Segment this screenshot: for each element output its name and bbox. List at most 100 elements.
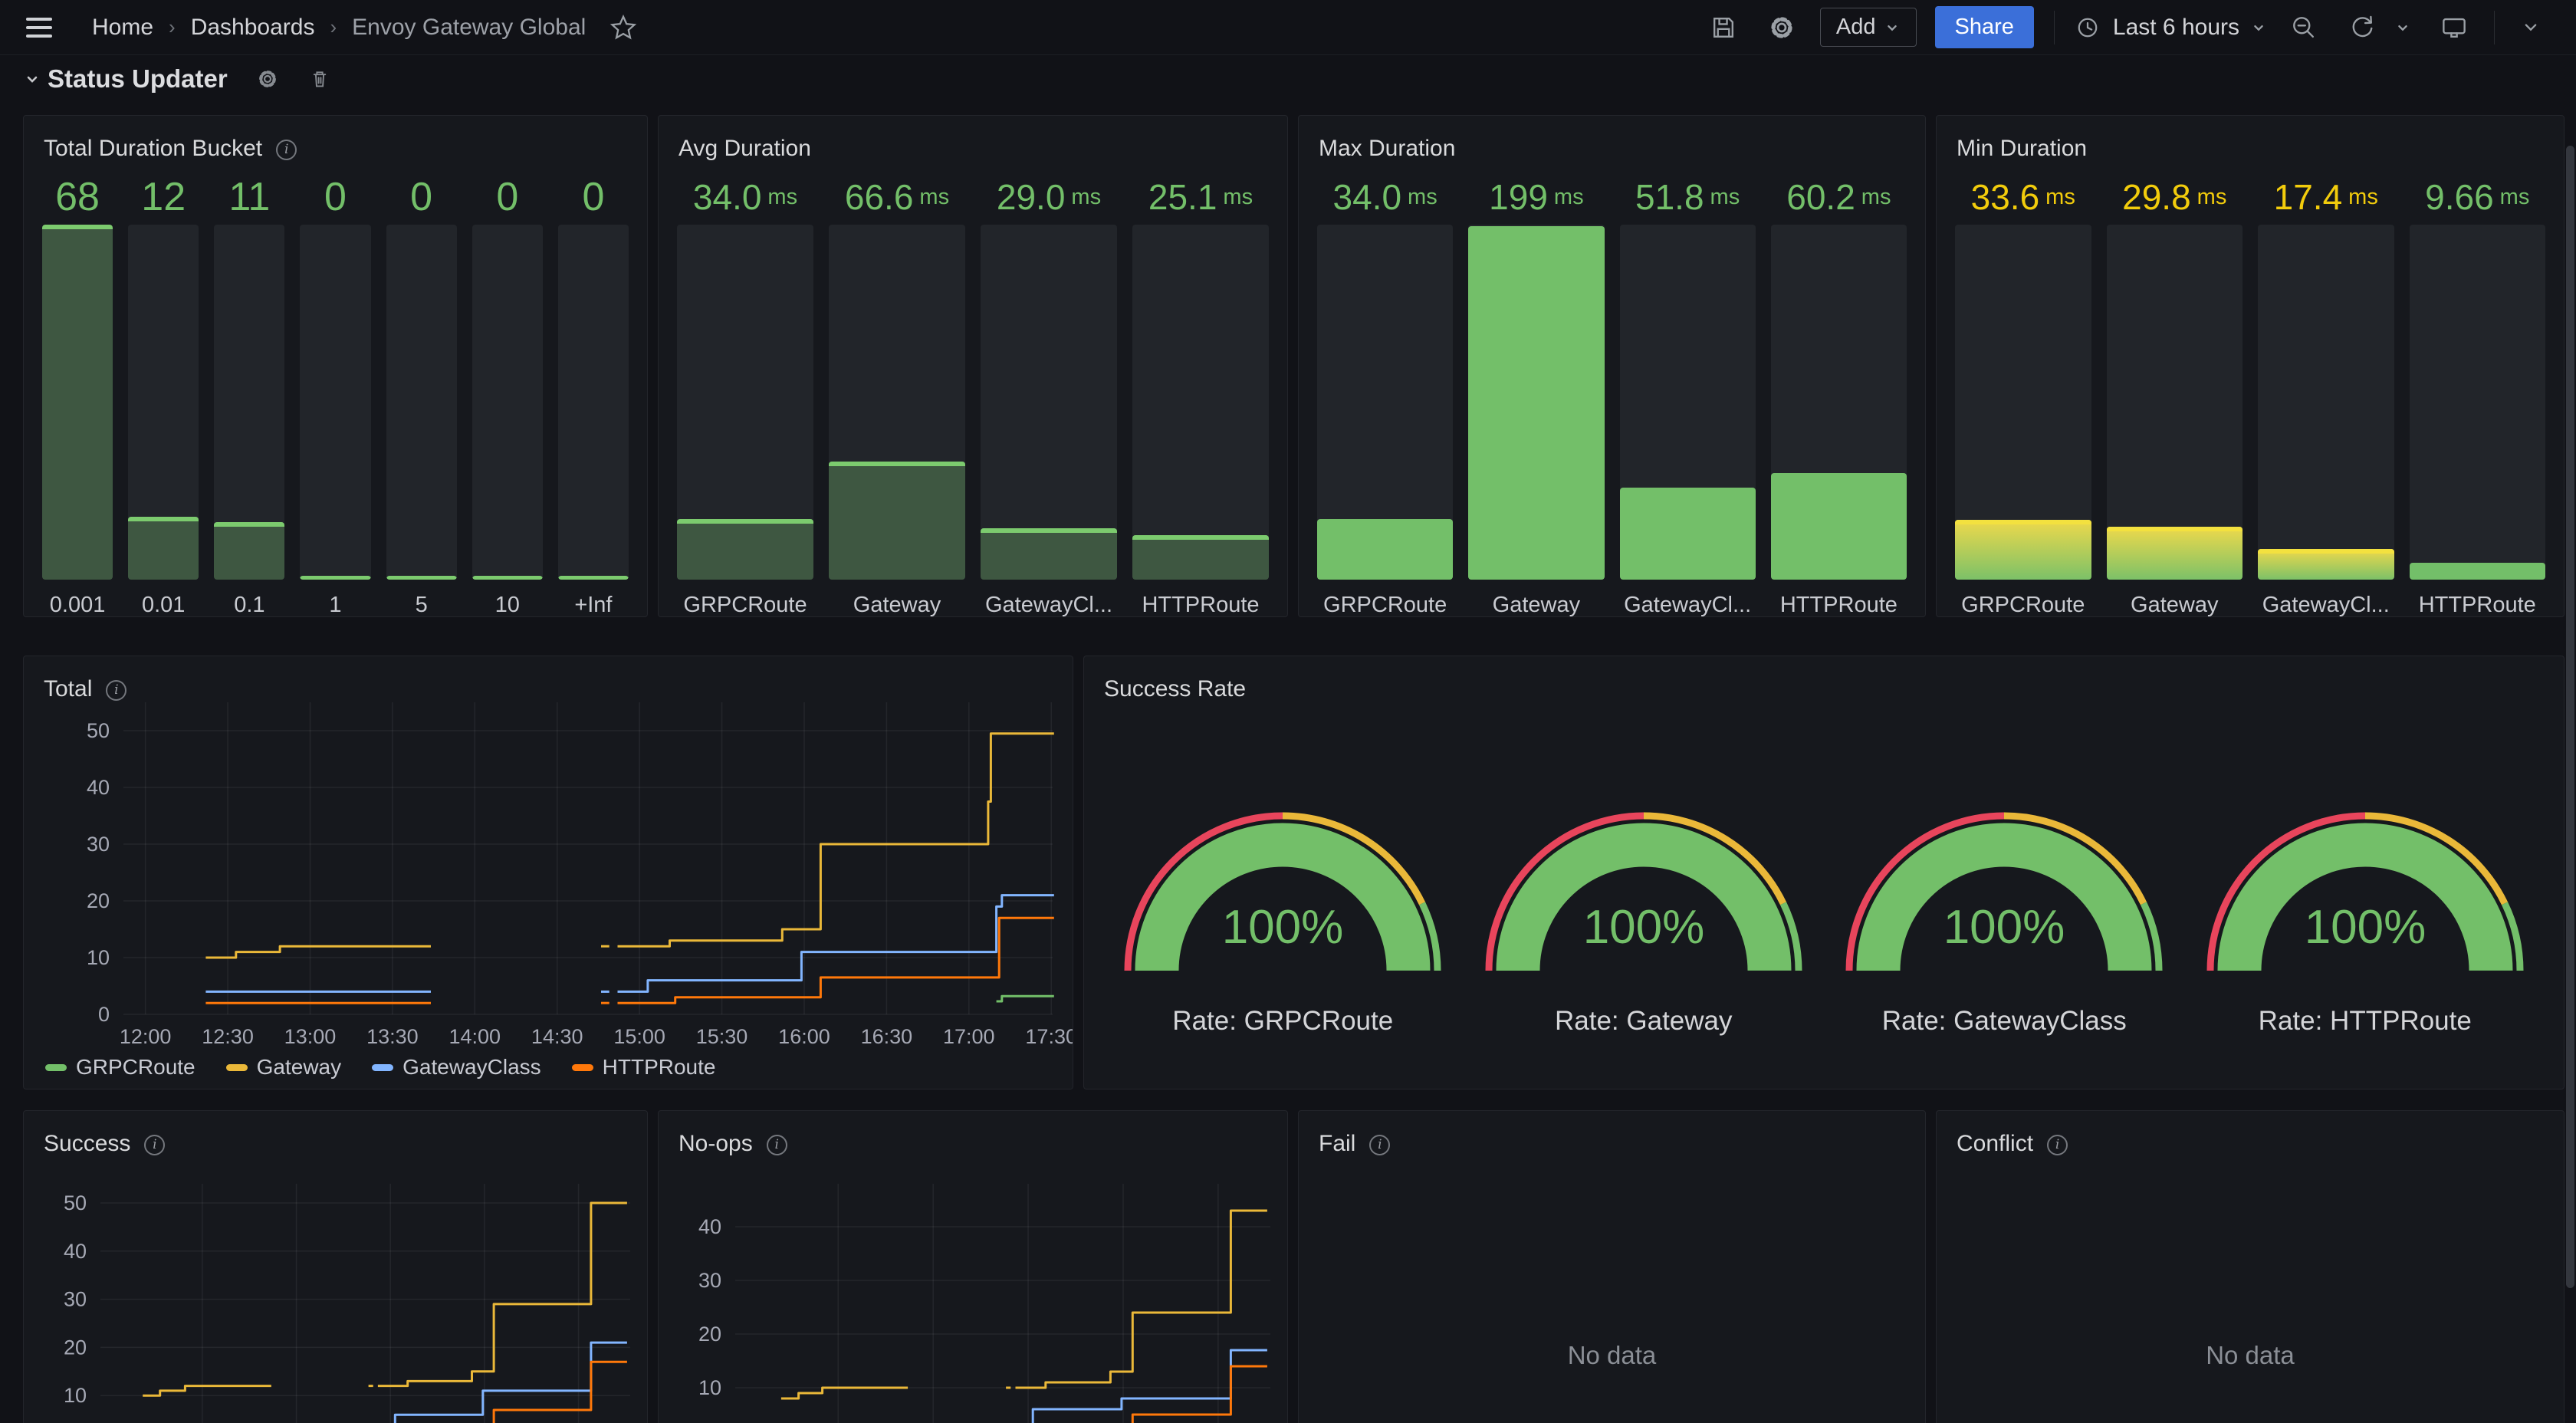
bar-gauge-cell: 66.6msGateway — [829, 169, 965, 619]
bar-label: GatewayCl... — [981, 580, 1117, 619]
panel-header[interactable]: Max Duration — [1299, 116, 1925, 165]
save-dashboard-icon[interactable] — [1702, 6, 1745, 49]
panel-header[interactable]: Conflict — [1937, 1111, 2564, 1160]
series-Gateway — [781, 1388, 908, 1398]
panel-header[interactable]: Avg Duration — [659, 116, 1287, 165]
total-timeseries-chart: 0102030405012:0012:3013:0013:3014:0014:3… — [24, 656, 1073, 1089]
dashboard-settings-gear-icon[interactable] — [1760, 6, 1803, 49]
bar-value: 66.6ms — [829, 169, 965, 225]
row-title: Status Updater — [48, 64, 228, 94]
bar-value: 33.6ms — [1955, 169, 2091, 225]
info-icon[interactable] — [276, 140, 297, 160]
bar-value: 17.4ms — [2258, 169, 2394, 225]
row-header: Status Updater — [23, 64, 332, 94]
bar-gauge: 680.001120.01110.101050100+Inf — [42, 169, 629, 619]
bar-fill — [214, 522, 284, 580]
bar-fill — [2410, 563, 2546, 580]
clock-icon — [2073, 13, 2102, 42]
legend-label: Gateway — [257, 1055, 342, 1080]
time-range-picker[interactable]: Last 6 hours — [2065, 8, 2275, 47]
x-axis-tick-label: 16:30 — [861, 1025, 913, 1048]
panel-avg-duration: Avg Duration 34.0msGRPCRoute66.6msGatewa… — [658, 115, 1288, 617]
zoom-out-icon[interactable] — [2282, 6, 2325, 49]
bar-value: 34.0ms — [677, 169, 813, 225]
bar-value: 9.66ms — [2410, 169, 2546, 225]
legend-item-GatewayClass[interactable]: GatewayClass — [372, 1055, 541, 1080]
bar-gauge: 33.6msGRPCRoute29.8msGateway17.4msGatewa… — [1955, 169, 2545, 619]
refresh-interval-chevron-icon[interactable] — [2388, 13, 2417, 42]
bar-label: HTTPRoute — [1771, 580, 1907, 619]
bar-value: 0 — [300, 169, 370, 225]
menu-icon[interactable] — [26, 18, 52, 38]
bar-label: 5 — [386, 580, 457, 619]
y-axis-tick-label: 40 — [698, 1215, 721, 1238]
bar-fill — [2107, 527, 2243, 580]
series-Gateway — [1016, 1211, 1267, 1388]
breadcrumb-dashboards[interactable]: Dashboards — [191, 15, 315, 41]
bar-gauge-cell: 010 — [472, 169, 543, 619]
panel-header[interactable]: Fail — [1299, 1111, 1925, 1160]
bar-gauge-cell: 110.1 — [214, 169, 284, 619]
share-button[interactable]: Share — [1935, 6, 2034, 48]
y-axis-tick-label: 10 — [64, 1384, 87, 1407]
bar-track — [1771, 225, 1907, 580]
series-Gateway — [205, 946, 431, 958]
bar-value: 25.1ms — [1132, 169, 1269, 225]
bar-fill — [1771, 473, 1907, 580]
divider — [2494, 11, 2495, 44]
chevron-down-icon — [2250, 19, 2267, 36]
bar-gauge-cell: 9.66msHTTPRoute — [2410, 169, 2546, 619]
favorite-star-icon[interactable] — [607, 12, 639, 44]
gauge-Rate: GRPCRoute: 100%Rate: GRPCRoute — [1102, 702, 1464, 1089]
bar-fill — [300, 576, 370, 580]
info-icon[interactable] — [2047, 1135, 2068, 1155]
x-axis-tick-label: 14:00 — [449, 1025, 501, 1048]
info-icon[interactable] — [1369, 1135, 1390, 1155]
bar-label: HTTPRoute — [1132, 580, 1269, 619]
row-collapse-toggle[interactable]: Status Updater — [23, 64, 228, 94]
bar-gauge-cell: 34.0msGRPCRoute — [677, 169, 813, 619]
bar-track — [1132, 225, 1269, 580]
bar-track — [300, 225, 370, 580]
x-axis-tick-label: 15:00 — [613, 1025, 665, 1048]
page-scrollbar[interactable] — [2566, 146, 2574, 1288]
tv-mode-icon[interactable] — [2433, 6, 2476, 49]
bar-value: 34.0ms — [1317, 169, 1453, 225]
gauge-arc: 100% — [1835, 793, 2173, 994]
legend-item-Gateway[interactable]: Gateway — [226, 1055, 342, 1080]
bar-track — [472, 225, 543, 580]
refresh-icon[interactable] — [2341, 6, 2384, 49]
bar-fill — [981, 528, 1117, 580]
x-axis-tick-label: 16:00 — [778, 1025, 830, 1048]
panel-header[interactable]: Total Duration Bucket — [24, 116, 647, 165]
bar-gauge-cell: 01 — [300, 169, 370, 619]
bar-label: 0.01 — [128, 580, 199, 619]
panel-max-duration: Max Duration 34.0msGRPCRoute199msGateway… — [1298, 115, 1926, 617]
bar-gauge-cell: 33.6msGRPCRoute — [1955, 169, 2091, 619]
panel-header[interactable]: Success Rate — [1084, 656, 2564, 705]
bar-fill — [1620, 488, 1756, 580]
gauge-arc: 100% — [1114, 793, 1451, 994]
gauge-Rate: HTTPRoute: 100%Rate: HTTPRoute — [2185, 702, 2546, 1089]
navbar-collapse-chevron-icon[interactable] — [2513, 10, 2548, 45]
legend-item-GRPCRoute[interactable]: GRPCRoute — [45, 1055, 196, 1080]
chart-legend: GRPCRoute Gateway GatewayClass HTTPRoute — [45, 1055, 715, 1080]
chevron-down-icon — [1884, 19, 1901, 36]
bar-value: 12 — [128, 169, 199, 225]
bar-label: GatewayCl... — [2258, 580, 2394, 619]
legend-item-HTTPRoute[interactable]: HTTPRoute — [572, 1055, 716, 1080]
bar-fill — [386, 576, 457, 580]
bar-gauge-cell: 34.0msGRPCRoute — [1317, 169, 1453, 619]
panel-min-duration: Min Duration 33.6msGRPCRoute29.8msGatewa… — [1936, 115, 2564, 617]
gauge-arc: 100% — [2196, 793, 2534, 994]
x-axis-tick-label: 12:00 — [120, 1025, 172, 1048]
panel-title: Success Rate — [1104, 676, 1246, 702]
panel-header[interactable]: Min Duration — [1937, 116, 2564, 165]
add-button[interactable]: Add — [1820, 8, 1917, 47]
breadcrumb-home[interactable]: Home — [92, 15, 153, 41]
row-delete-trash-icon[interactable] — [307, 67, 332, 91]
bar-fill — [677, 519, 813, 580]
row-settings-gear-icon[interactable] — [255, 67, 280, 91]
bar-fill — [829, 462, 965, 580]
series-HTTPRoute — [618, 918, 1054, 1003]
